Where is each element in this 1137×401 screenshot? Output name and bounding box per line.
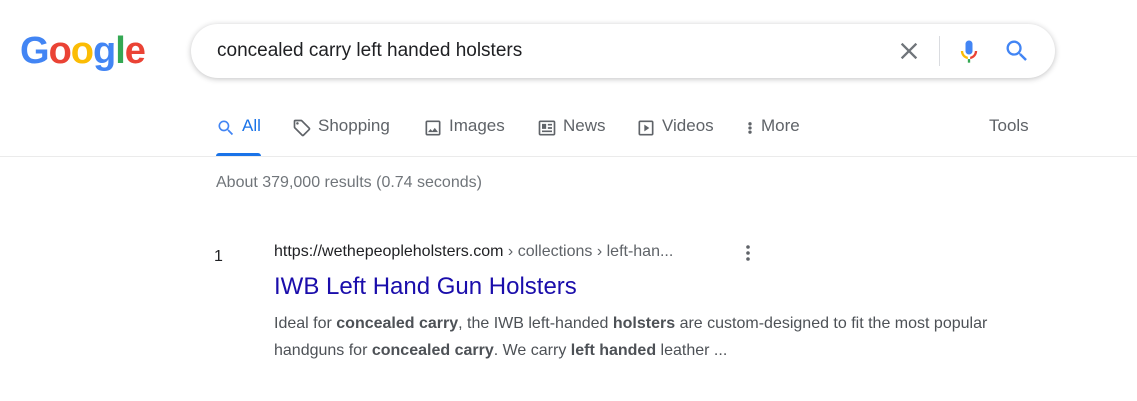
snippet-bold: left handed <box>570 342 657 359</box>
tab-label: More <box>761 116 800 135</box>
tab-label: Images <box>449 116 505 135</box>
tab-label: Videos <box>662 116 714 135</box>
newspaper-icon <box>538 120 556 136</box>
result-stats: About 379,000 results (0.74 seconds) <box>216 174 482 191</box>
result-path: › collections › left-han... <box>503 243 674 260</box>
search-box[interactable]: concealed carry left handed holsters <box>191 24 1055 78</box>
result-menu-icon[interactable] <box>742 243 754 263</box>
snippet-text: , the IWB left-handed <box>458 315 613 332</box>
tab-more[interactable]: More <box>744 116 800 156</box>
snippet-text: leather ... <box>656 342 728 359</box>
logo-letter: o <box>70 30 94 72</box>
snippet-text: . We carry <box>493 342 571 359</box>
tab-shopping[interactable]: Shopping <box>292 116 390 156</box>
result-snippet: Ideal for concealed carry, the IWB left-… <box>274 310 1014 364</box>
logo-letter: e <box>124 30 146 72</box>
logo-letter: l <box>115 30 126 72</box>
result-url[interactable]: https://wethepeopleholsters.com › collec… <box>274 243 673 261</box>
logo-letter: g <box>93 30 116 72</box>
logo-letter: G <box>20 30 50 72</box>
tab-label: Shopping <box>318 116 390 135</box>
header-divider <box>0 156 1137 157</box>
search-icon <box>218 120 234 136</box>
search-icon[interactable] <box>1003 37 1031 65</box>
snippet-bold: holsters <box>612 315 676 332</box>
tab-label: News <box>563 116 606 135</box>
tab-all[interactable]: All <box>216 116 261 156</box>
logo-letter: o <box>48 30 72 72</box>
tab-news[interactable]: News <box>537 116 606 156</box>
tab-label: All <box>242 116 261 135</box>
tab-images[interactable]: Images <box>423 116 505 156</box>
more-vert-icon <box>748 122 752 134</box>
result-site: https://wethepeopleholsters.com <box>274 243 504 260</box>
search-input[interactable]: concealed carry left handed holsters <box>217 40 522 62</box>
search-divider <box>939 36 940 66</box>
result-title-link[interactable]: IWB Left Hand Gun Holsters <box>274 273 577 301</box>
tab-videos[interactable]: Videos <box>636 116 714 156</box>
clear-icon[interactable] <box>895 37 923 65</box>
snippet-text: Ideal for <box>274 315 337 332</box>
microphone-icon[interactable] <box>955 36 983 66</box>
play-icon <box>638 120 654 136</box>
tag-icon <box>293 119 311 137</box>
tools-button[interactable]: Tools <box>989 116 1029 136</box>
result-rank: 1 <box>214 248 223 265</box>
snippet-bold: concealed carry <box>371 342 494 359</box>
image-icon <box>425 120 441 136</box>
snippet-bold: concealed carry <box>336 315 459 332</box>
google-logo[interactable]: Google <box>20 30 146 73</box>
